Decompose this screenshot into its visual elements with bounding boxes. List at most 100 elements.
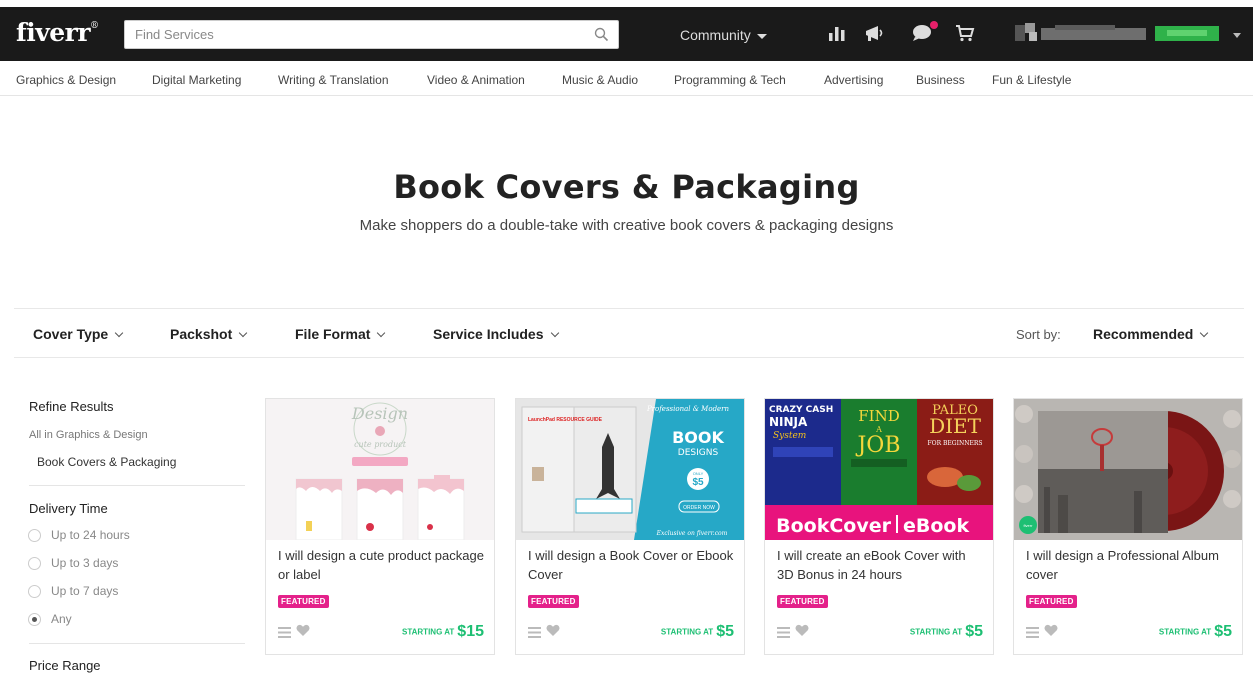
starting-price: STARTING AT $15 <box>402 623 484 641</box>
thumb-cute-product-text: cute product <box>354 440 407 449</box>
gig-card[interactable]: LaunchPad RESOURCE GUIDE Professional & … <box>515 398 745 655</box>
thumb-designs-text: DESIGNS <box>678 448 719 458</box>
user-account-menu[interactable] <box>1015 23 1225 45</box>
search-input[interactable] <box>125 21 575 48</box>
fiverr-logo[interactable]: fiverr® <box>16 18 99 47</box>
thumb-professional-text: Professional & Modern <box>646 405 730 413</box>
menu-icon[interactable] <box>777 625 791 643</box>
top-header: fiverr® Community <box>0 7 1253 61</box>
divider <box>29 643 245 644</box>
current-category[interactable]: Book Covers & Packaging <box>37 455 176 469</box>
heart-icon[interactable] <box>546 624 560 642</box>
avatar <box>1015 25 1025 41</box>
starting-label: STARTING AT <box>1158 627 1212 637</box>
gig-card[interactable]: Design cute product I will design a cute… <box>265 398 495 655</box>
delivery-time-heading: Delivery Time <box>29 501 108 516</box>
filter-label: Packshot <box>170 326 233 342</box>
category-graphics-design[interactable]: Graphics & Design <box>16 73 116 87</box>
featured-badge: FEATURED <box>777 595 828 608</box>
radio-label: Up to 3 days <box>51 556 119 570</box>
category-business[interactable]: Business <box>916 73 965 87</box>
category-digital-marketing[interactable]: Digital Marketing <box>152 73 241 87</box>
category-nav: Graphics & Design Digital Marketing Writ… <box>0 61 1253 96</box>
radio-button[interactable] <box>28 585 41 598</box>
gig-thumbnail[interactable]: fiverr <box>1014 399 1242 540</box>
thumb-design-text: Design <box>351 404 408 423</box>
gig-thumbnail[interactable]: Design cute product <box>266 399 494 540</box>
chevron-down-icon <box>550 328 559 338</box>
gig-title[interactable]: I will design a cute product package or … <box>278 546 484 584</box>
radio-button[interactable] <box>28 557 41 570</box>
chevron-down-icon[interactable] <box>1233 33 1241 38</box>
featured-badge: FEATURED <box>1026 595 1077 608</box>
heart-icon[interactable] <box>795 624 809 642</box>
menu-icon[interactable] <box>278 625 292 643</box>
page-subtitle: Make shoppers do a double-take with crea… <box>359 217 894 234</box>
starting-price: STARTING AT $5 <box>661 623 734 641</box>
radio-label: Any <box>51 612 72 626</box>
menu-icon[interactable] <box>1026 625 1040 643</box>
heart-icon[interactable] <box>1044 624 1058 642</box>
search-box <box>124 20 619 49</box>
category-music-audio[interactable]: Music & Audio <box>562 73 638 87</box>
price: $15 <box>457 623 484 640</box>
radio-button-selected[interactable] <box>28 613 41 626</box>
category-advertising[interactable]: Advertising <box>824 73 883 87</box>
filter-label: Service Includes <box>433 326 544 342</box>
radio-label: Up to 7 days <box>51 584 119 598</box>
logo-registered-mark: ® <box>90 20 99 31</box>
filter-cover-type[interactable]: Cover Type <box>33 326 124 342</box>
radio-button[interactable] <box>28 529 41 542</box>
price: $5 <box>716 623 734 640</box>
featured-badge: FEATURED <box>528 595 579 608</box>
analytics-icon[interactable] <box>828 24 846 47</box>
chevron-down-icon <box>377 328 386 338</box>
sort-dropdown[interactable]: Recommended <box>1093 326 1209 342</box>
filter-bar: Cover Type Packshot File Format Service … <box>14 308 1244 358</box>
community-label: Community <box>680 27 751 43</box>
parent-category-link[interactable]: All in Graphics & Design <box>29 429 148 441</box>
category-video-animation[interactable]: Video & Animation <box>427 73 525 87</box>
avatar-pixel <box>1029 32 1037 41</box>
starting-price: STARTING AT $5 <box>1159 623 1232 641</box>
thumb-system-text: System <box>773 431 806 441</box>
gig-footer: STARTING AT $5 <box>526 617 734 647</box>
menu-icon[interactable] <box>528 625 542 643</box>
gig-title[interactable]: I will create an eBook Cover with 3D Bon… <box>777 546 983 584</box>
cart-icon[interactable] <box>955 24 975 47</box>
megaphone-icon[interactable] <box>864 24 886 47</box>
category-fun-lifestyle[interactable]: Fun & Lifestyle <box>992 73 1071 87</box>
community-menu[interactable]: Community <box>680 27 767 43</box>
starting-label: STARTING AT <box>660 627 714 637</box>
thumb-job-text: JOB <box>855 433 900 458</box>
gig-footer: STARTING AT $15 <box>276 617 484 647</box>
balance-obscured <box>1167 30 1207 36</box>
thumb-order-now-text: ORDER NOW <box>683 505 715 511</box>
thumb-only-text: ONLY <box>693 471 704 476</box>
messages-icon[interactable] <box>912 21 938 47</box>
gig-footer: STARTING AT $5 <box>775 617 983 647</box>
starting-price: STARTING AT $5 <box>910 623 983 641</box>
gig-footer: STARTING AT $5 <box>1024 617 1232 647</box>
chevron-down-icon <box>114 328 124 338</box>
gig-card[interactable]: fiverr I will design a Professional Albu… <box>1013 398 1243 655</box>
filter-packshot[interactable]: Packshot <box>170 326 248 342</box>
price: $5 <box>965 623 983 640</box>
thumb-diet-text: DIET <box>929 414 982 438</box>
gig-title[interactable]: I will design a Book Cover or Ebook Cove… <box>528 546 734 584</box>
price: $5 <box>1214 623 1232 640</box>
filter-file-format[interactable]: File Format <box>295 326 386 342</box>
gig-card[interactable]: CRAZY CASH NINJA System FIND A JOB PALEO… <box>764 398 994 655</box>
gig-title[interactable]: I will design a Professional Album cover <box>1026 546 1232 584</box>
heart-icon[interactable] <box>296 624 310 642</box>
search-icon[interactable] <box>594 27 609 47</box>
starting-label: STARTING AT <box>909 627 963 637</box>
category-writing-translation[interactable]: Writing & Translation <box>278 73 389 87</box>
filter-label: Cover Type <box>33 326 109 342</box>
category-programming-tech[interactable]: Programming & Tech <box>674 73 786 87</box>
filter-label: File Format <box>295 326 371 342</box>
gig-thumbnail[interactable]: LaunchPad RESOURCE GUIDE Professional & … <box>516 399 744 540</box>
username-obscured <box>1055 25 1115 30</box>
filter-service-includes[interactable]: Service Includes <box>433 326 559 342</box>
gig-thumbnail[interactable]: CRAZY CASH NINJA System FIND A JOB PALEO… <box>765 399 993 540</box>
